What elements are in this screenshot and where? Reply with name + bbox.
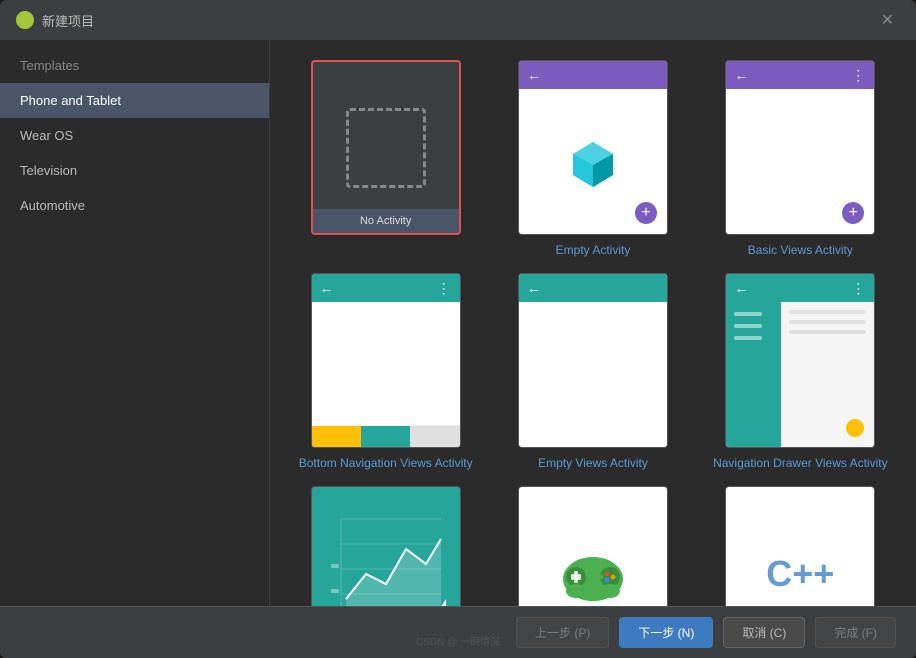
- cpp-thumb: C++: [725, 486, 875, 606]
- empty-views-body: [519, 302, 667, 447]
- sidebar-item-television[interactable]: Television: [0, 153, 269, 188]
- template-empty-activity[interactable]: ← + Empty Activity: [497, 60, 688, 257]
- game-controller-icon: [558, 539, 628, 607]
- back-arrow-icon: ←: [527, 67, 541, 83]
- three-dots-2-icon: ⋮: [437, 280, 452, 297]
- no-activity-bar-label: No Activity: [313, 209, 459, 233]
- template-empty-views[interactable]: ← Empty Views Activity: [497, 273, 688, 470]
- bottom-nav-content: [312, 302, 460, 425]
- nav-drawer-body: [726, 302, 874, 447]
- close-button[interactable]: ✕: [875, 8, 900, 32]
- three-dots-3-icon: ⋮: [851, 280, 866, 297]
- templates-area: No Activity ←: [270, 40, 916, 606]
- tab-gray: [410, 426, 459, 447]
- bottom-bar: 上一步 (P) 下一步 (N) 取消 (C) 完成 (F): [0, 606, 916, 658]
- dm-line-3: [789, 330, 866, 334]
- bottom-nav-body: [312, 302, 460, 447]
- back-arrow-4-icon: ←: [527, 280, 541, 296]
- template-basic-views[interactable]: ← ⋮ + Basic Views Activity: [705, 60, 896, 257]
- new-project-dialog: 新建项目 ✕ Templates Phone and Tablet Wear O…: [0, 0, 916, 658]
- basic-views-thumb: ← ⋮ +: [725, 60, 875, 235]
- title-bar-left: 新建项目: [16, 11, 94, 30]
- back-arrow-3-icon: ←: [320, 280, 334, 296]
- dashed-placeholder: [346, 108, 426, 188]
- bottom-nav-thumb: ← ⋮: [311, 273, 461, 448]
- empty-views-label: Empty Views Activity: [538, 456, 648, 470]
- game-thumb: [518, 486, 668, 606]
- sidebar-item-automotive[interactable]: Automotive: [0, 188, 269, 223]
- fab-button: +: [635, 202, 657, 224]
- nav-drawer-label: Navigation Drawer Views Activity: [713, 456, 888, 470]
- bottom-nav-label: Bottom Navigation Views Activity: [299, 456, 473, 470]
- bv-fab-icon: +: [842, 202, 864, 224]
- dm-line-1: [789, 310, 866, 314]
- template-chart[interactable]: Chart Views Activity: [290, 486, 481, 606]
- chart-thumb: [311, 486, 461, 606]
- empty-activity-label: Empty Activity: [556, 243, 631, 257]
- three-dots-icon: ⋮: [851, 67, 866, 84]
- prev-button[interactable]: 上一步 (P): [516, 617, 609, 648]
- title-bar: 新建项目 ✕: [0, 0, 916, 40]
- tab-yellow: [312, 426, 361, 447]
- dialog-title: 新建项目: [42, 11, 94, 30]
- dm-line-2: [789, 320, 866, 324]
- sidebar-item-phone-tablet[interactable]: Phone and Tablet: [0, 83, 269, 118]
- back-arrow-2-icon: ←: [734, 67, 748, 83]
- template-cpp[interactable]: C++ Native C++: [705, 486, 896, 606]
- back-arrow-5-icon: ←: [734, 280, 748, 296]
- basic-views-body: +: [726, 89, 874, 234]
- sidebar-header: Templates: [0, 40, 269, 83]
- android-logo: [16, 11, 34, 29]
- drawer-line-3: [734, 336, 761, 340]
- basic-views-label: Basic Views Activity: [748, 243, 853, 257]
- tab-teal: [361, 426, 410, 447]
- watermark: CSDN @ 一碗情深: [416, 633, 500, 648]
- bottom-nav-bar: [312, 425, 460, 447]
- empty-views-thumb: ←: [518, 273, 668, 448]
- drawer-line-2: [734, 324, 761, 328]
- nav-drawer-thumb: ← ⋮: [725, 273, 875, 448]
- template-nav-drawer[interactable]: ← ⋮: [705, 273, 896, 470]
- cancel-button[interactable]: 取消 (C): [723, 617, 805, 648]
- cube-icon: [568, 137, 618, 187]
- dialog-content: Templates Phone and Tablet Wear OS Telev…: [0, 40, 916, 606]
- empty-activity-thumb: ← +: [518, 60, 668, 235]
- next-button[interactable]: 下一步 (N): [619, 617, 713, 648]
- template-game[interactable]: Game Activity: [497, 486, 688, 606]
- template-no-activity[interactable]: No Activity: [290, 60, 481, 257]
- sidebar-item-wear-os[interactable]: Wear OS: [0, 118, 269, 153]
- sidebar: Templates Phone and Tablet Wear OS Telev…: [0, 40, 270, 606]
- chart-svg: [326, 509, 446, 607]
- template-bottom-nav[interactable]: ← ⋮ Bottom Navigation Views Ac: [290, 273, 481, 470]
- chart-content: [312, 487, 460, 606]
- no-activity-thumb: No Activity: [311, 60, 461, 235]
- cpp-icon: C++: [766, 553, 834, 595]
- drawer-panel: [726, 302, 781, 447]
- templates-grid: No Activity ←: [290, 60, 896, 606]
- drawer-line-1: [734, 312, 761, 316]
- finish-button[interactable]: 完成 (F): [815, 617, 896, 648]
